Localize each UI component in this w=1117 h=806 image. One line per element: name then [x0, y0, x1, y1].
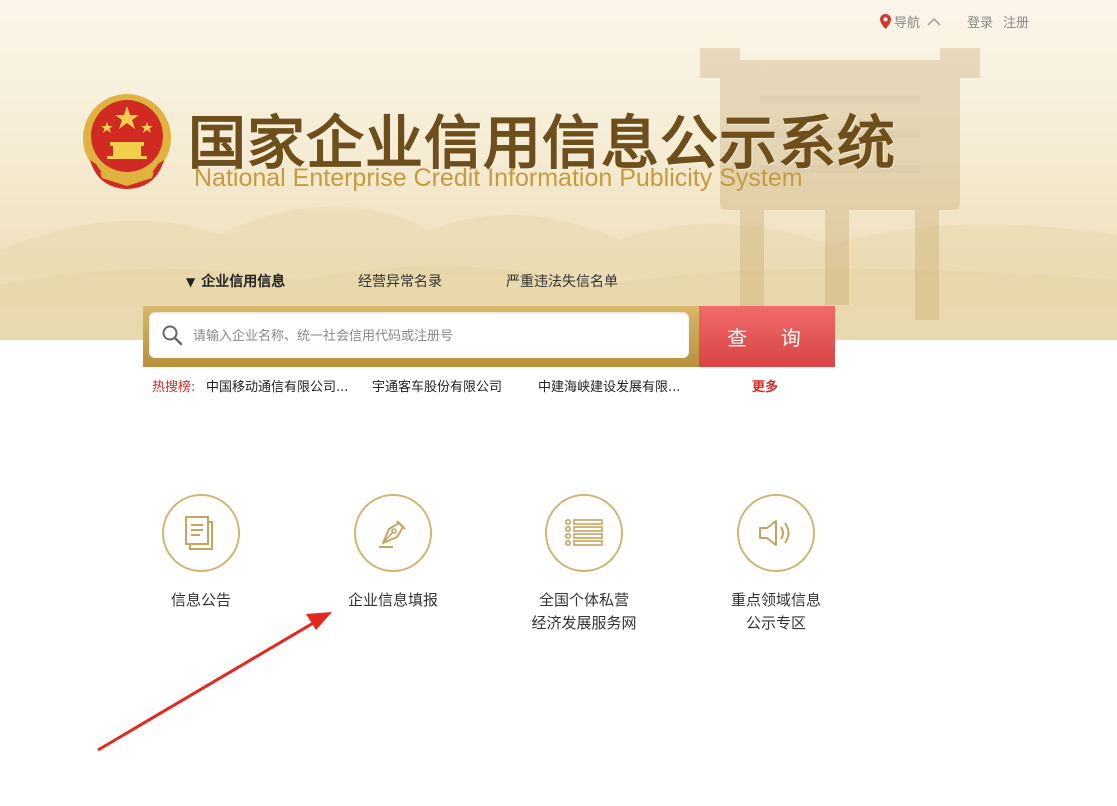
- tab-enterprise-credit[interactable]: ▼ 企业信用信息: [186, 271, 285, 291]
- search-icon: [162, 325, 183, 346]
- tab-serious-violation[interactable]: 严重违法失信名单: [506, 271, 618, 291]
- list-icon: [565, 519, 603, 546]
- feature-icon-circle: [545, 494, 623, 572]
- feature-icon-circle: [354, 494, 432, 572]
- feature-label-line2: 经济发展服务网: [531, 614, 637, 632]
- nav-label: 导航: [893, 16, 920, 31]
- feature-label: 全国个体私营 经济发展服务网: [504, 589, 664, 635]
- tab-active-marker-icon: ▼: [186, 275, 196, 289]
- register-link[interactable]: 注册: [1003, 12, 1029, 31]
- location-pin-icon: [879, 14, 891, 29]
- search-button[interactable]: 查 询: [699, 306, 835, 367]
- pen-icon: [379, 520, 406, 548]
- feature-private-economy-service[interactable]: 全国个体私营 经济发展服务网: [504, 494, 664, 635]
- feature-label: 重点领域信息 公示专区: [696, 589, 856, 635]
- top-bar: 导航 登录 注册: [879, 12, 1029, 31]
- feature-enterprise-report[interactable]: 企业信息填报: [313, 494, 473, 612]
- feature-icon-circle: [737, 494, 815, 572]
- feature-label-line1: 重点领域信息: [730, 591, 821, 609]
- feature-info-announcement[interactable]: 信息公告: [121, 494, 281, 612]
- feature-key-area-disclosure[interactable]: 重点领域信息 公示专区: [696, 494, 856, 635]
- speaker-icon: [759, 520, 790, 546]
- search-box: [149, 312, 689, 358]
- search-frame: [143, 306, 699, 367]
- tab-label: 企业信用信息: [201, 274, 286, 290]
- feature-icon-circle: [162, 494, 240, 572]
- tab-abnormal-operation[interactable]: 经营异常名录: [358, 271, 442, 291]
- document-icon: [185, 516, 213, 550]
- more-link[interactable]: 更多: [752, 376, 778, 395]
- site-title-en: National Enterprise Credit Information P…: [194, 164, 803, 192]
- feature-label: 信息公告: [170, 591, 231, 609]
- national-emblem-icon: [83, 94, 171, 189]
- chevron-up-icon: [927, 17, 941, 26]
- hot-search-item[interactable]: 中建海峡建设发展有限...: [538, 376, 680, 395]
- hot-search-item[interactable]: 中国移动通信有限公司...: [206, 376, 348, 395]
- hot-search-item[interactable]: 宇通客车股份有限公司: [372, 376, 502, 395]
- hot-search-label: 热搜榜:: [152, 380, 196, 395]
- nav-menu[interactable]: 导航: [879, 12, 941, 31]
- login-link[interactable]: 登录: [967, 12, 993, 31]
- feature-label: 企业信息填报: [347, 591, 438, 609]
- feature-label-line2: 公示专区: [745, 614, 806, 632]
- search-input[interactable]: [191, 321, 675, 351]
- feature-label-line1: 全国个体私营: [538, 591, 629, 609]
